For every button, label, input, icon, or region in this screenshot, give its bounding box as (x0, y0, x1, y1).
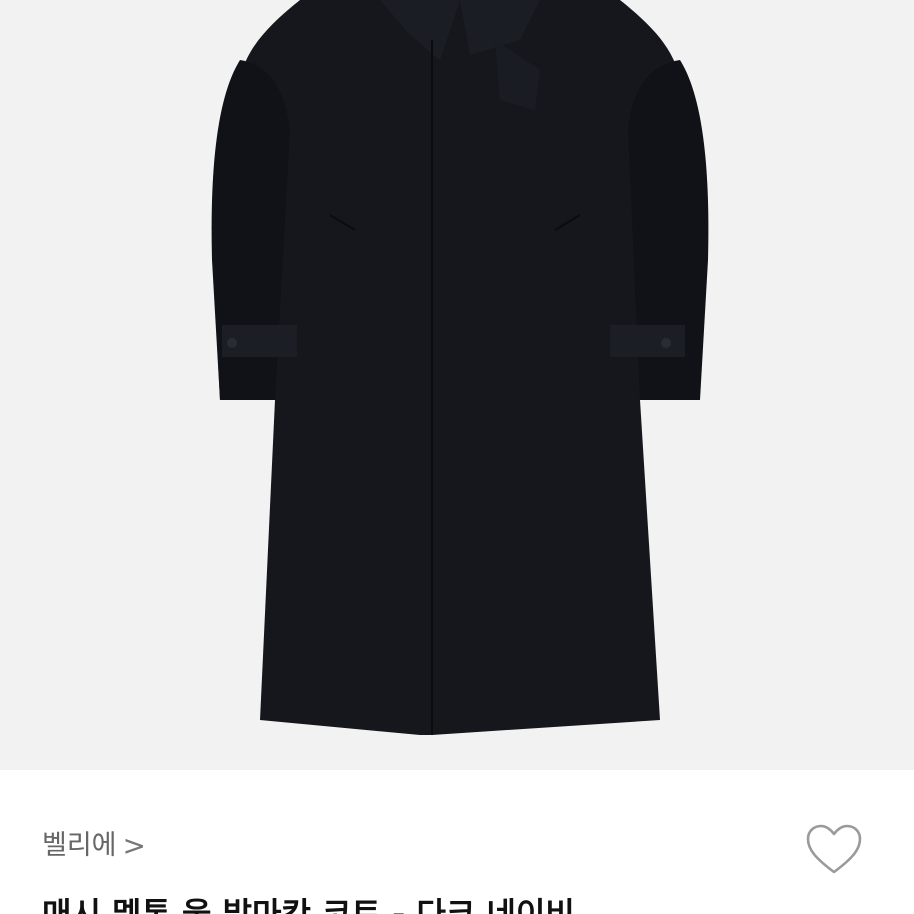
product-image[interactable] (0, 0, 914, 770)
coat-illustration (0, 0, 914, 770)
brand-name: 벨리에 (42, 830, 117, 861)
product-info: 벨리에 > 매시 멜톤 울 발마칸 코트 - 다크 네이비 (0, 770, 914, 914)
heart-outline-icon (806, 824, 862, 874)
chevron-right-icon: > (122, 829, 146, 862)
product-title: 매시 멜톤 울 발마칸 코트 - 다크 네이비 (42, 895, 575, 914)
brand-link[interactable]: 벨리에 > (42, 828, 146, 864)
wishlist-button[interactable] (800, 818, 868, 880)
